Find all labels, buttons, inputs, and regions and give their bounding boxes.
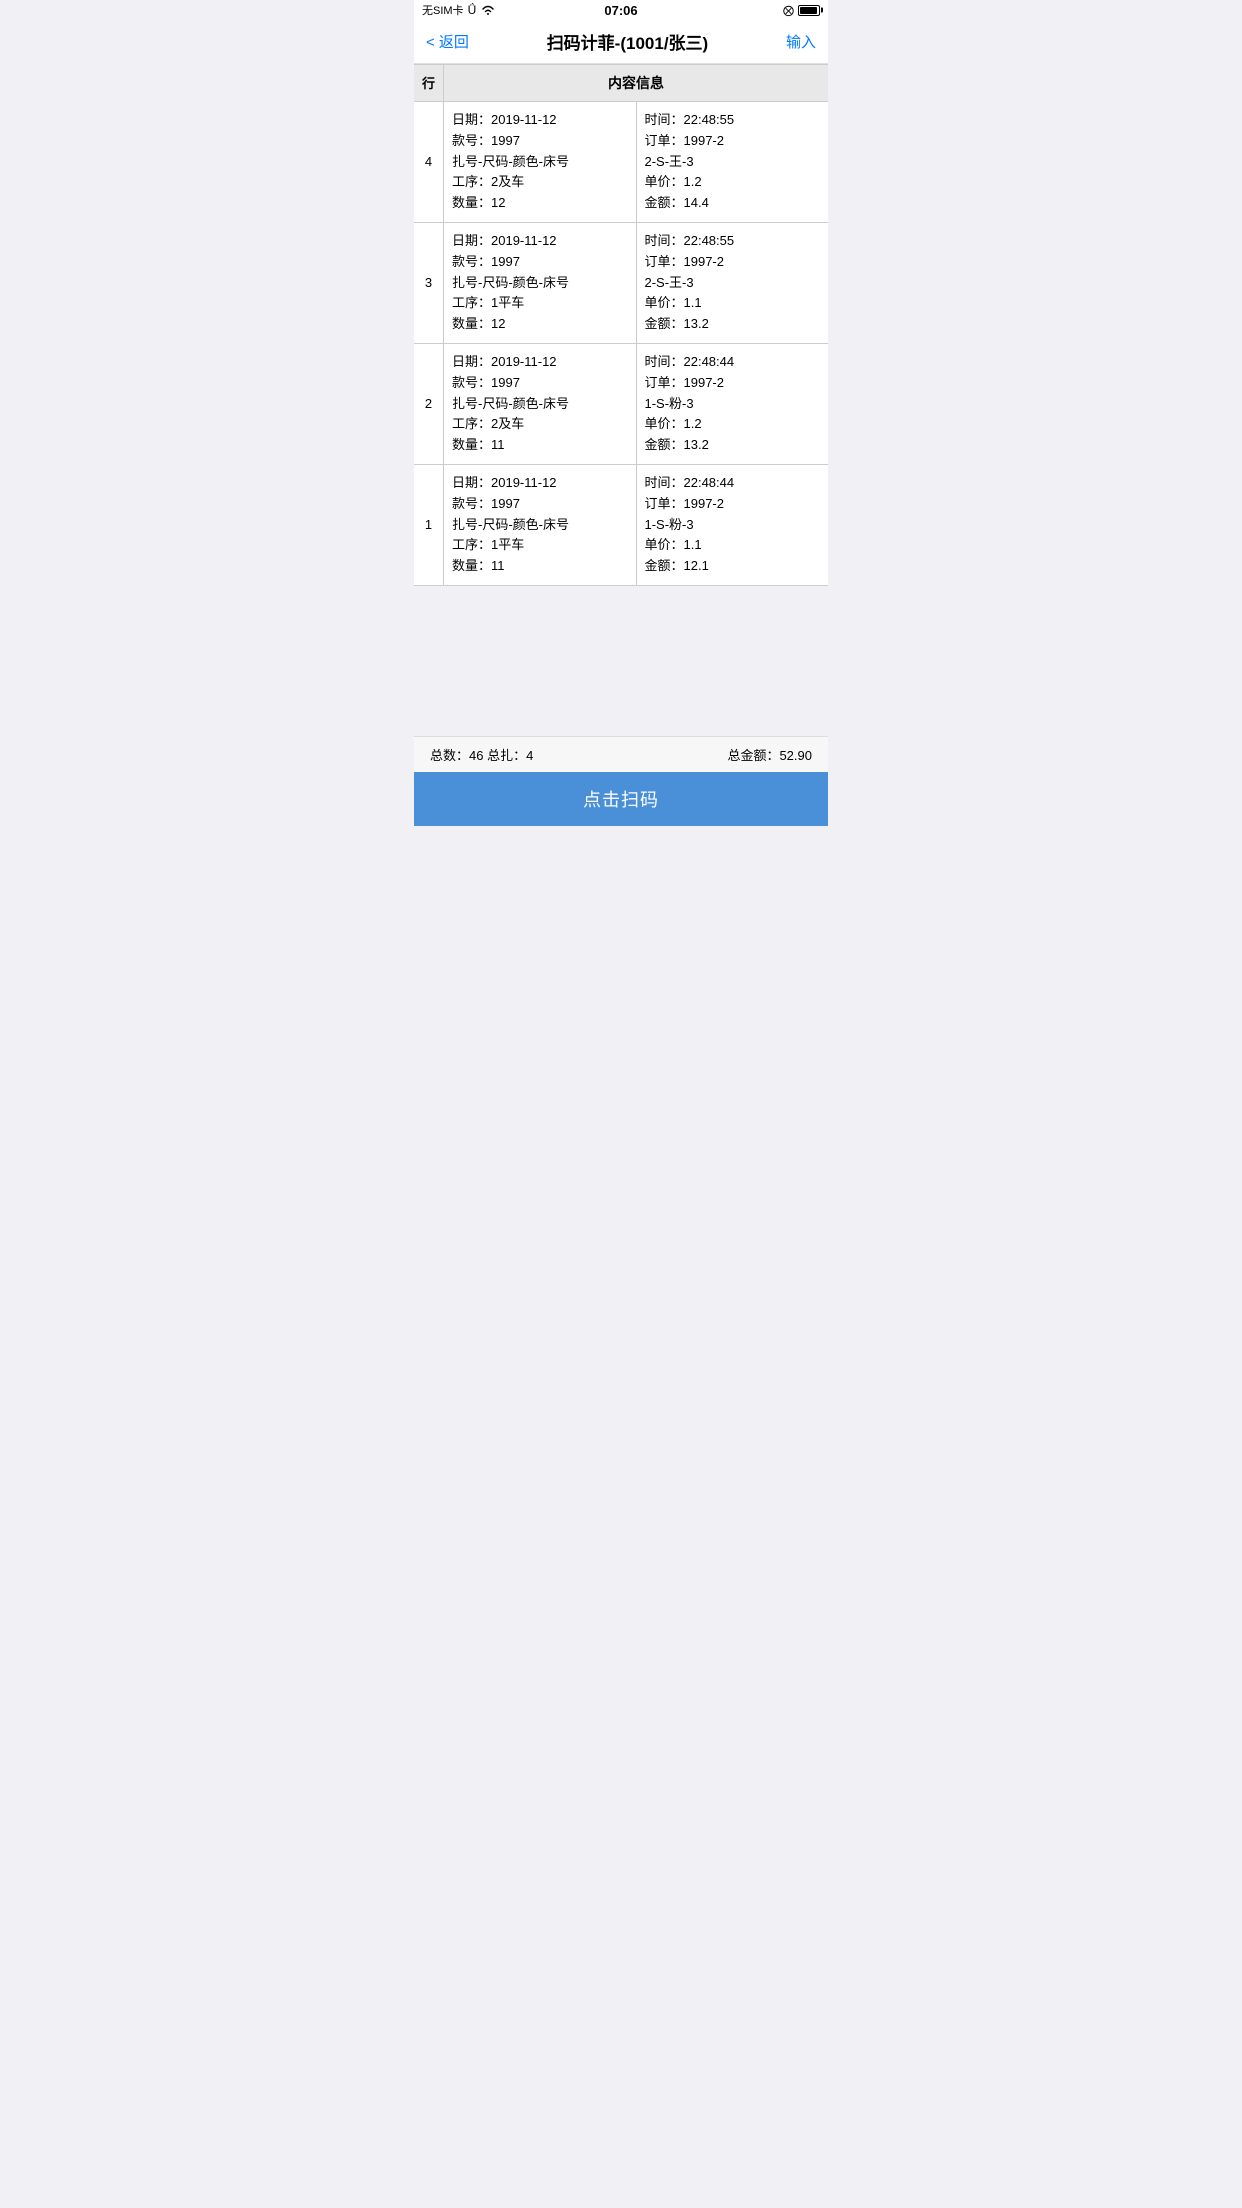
row-content: 日期：2019-11-12款号：1997扎号-尺码-颜色-床号工序：2及车数量：… — [444, 102, 828, 222]
table-row: 2日期：2019-11-12款号：1997扎号-尺码-颜色-床号工序：2及车数量… — [414, 344, 828, 465]
cell-right: 时间：22:48:44订单：1997-21-S-粉-3单价：1.2金额：13.2 — [637, 344, 829, 464]
back-button[interactable]: < 返回 — [426, 31, 469, 52]
wifi-icon: Ǘ — [468, 3, 477, 17]
table-row: 1日期：2019-11-12款号：1997扎号-尺码-颜色-床号工序：1平车数量… — [414, 465, 828, 586]
table-header: 行 内容信息 — [414, 64, 828, 102]
cell-left: 日期：2019-11-12款号：1997扎号-尺码-颜色-床号工序：2及车数量：… — [444, 344, 637, 464]
row-content: 日期：2019-11-12款号：1997扎号-尺码-颜色-床号工序：1平车数量：… — [444, 465, 828, 585]
cell-right: 时间：22:48:55订单：1997-22-S-王-3单价：1.1金额：13.2 — [637, 223, 829, 343]
wifi-signal-icon — [480, 4, 496, 16]
row-content: 日期：2019-11-12款号：1997扎号-尺码-颜色-床号工序：1平车数量：… — [444, 223, 828, 343]
scan-button[interactable]: 点击扫码 — [414, 772, 828, 826]
footer-bar: 总数：46 总扎：4 总金额：52.90 — [414, 736, 828, 772]
table-row: 4日期：2019-11-12款号：1997扎号-尺码-颜色-床号工序：2及车数量… — [414, 102, 828, 223]
row-number: 3 — [414, 223, 444, 343]
page-title: 扫码计菲-(1001/张三) — [547, 29, 709, 54]
empty-area — [414, 586, 828, 736]
row-number: 2 — [414, 344, 444, 464]
cell-right: 时间：22:48:55订单：1997-22-S-王-3单价：1.2金额：14.4 — [637, 102, 829, 222]
cell-left: 日期：2019-11-12款号：1997扎号-尺码-颜色-床号工序：1平车数量：… — [444, 465, 637, 585]
data-table: 行 内容信息 4日期：2019-11-12款号：1997扎号-尺码-颜色-床号工… — [414, 64, 828, 586]
cell-left: 日期：2019-11-12款号：1997扎号-尺码-颜色-床号工序：1平车数量：… — [444, 223, 637, 343]
row-content: 日期：2019-11-12款号：1997扎号-尺码-颜色-床号工序：2及车数量：… — [444, 344, 828, 464]
nav-bar: < 返回 扫码计菲-(1001/张三) 输入 — [414, 20, 828, 64]
table-row: 3日期：2019-11-12款号：1997扎号-尺码-颜色-床号工序：1平车数量… — [414, 223, 828, 344]
input-button[interactable]: 输入 — [786, 31, 816, 52]
header-content-label: 内容信息 — [444, 65, 828, 101]
status-left: 无SIM卡 Ǘ — [422, 2, 496, 18]
row-number: 1 — [414, 465, 444, 585]
footer-total-amount: 总金额：52.90 — [727, 745, 812, 764]
battery-icon — [798, 5, 820, 16]
table-rows: 4日期：2019-11-12款号：1997扎号-尺码-颜色-床号工序：2及车数量… — [414, 102, 828, 586]
carrier-text: 无SIM卡 — [422, 2, 464, 18]
cell-right: 时间：22:48:44订单：1997-21-S-粉-3单价：1.1金额：12.1 — [637, 465, 829, 585]
status-right: ⨂ — [783, 4, 820, 17]
cell-left: 日期：2019-11-12款号：1997扎号-尺码-颜色-床号工序：2及车数量：… — [444, 102, 637, 222]
status-time: 07:06 — [604, 3, 637, 18]
location-icon: ⨂ — [783, 4, 794, 17]
row-number: 4 — [414, 102, 444, 222]
header-row-label: 行 — [414, 65, 444, 101]
status-bar: 无SIM卡 Ǘ 07:06 ⨂ — [414, 0, 828, 20]
footer-total-count: 总数：46 总扎：4 — [430, 745, 533, 764]
battery-fill — [800, 7, 817, 14]
